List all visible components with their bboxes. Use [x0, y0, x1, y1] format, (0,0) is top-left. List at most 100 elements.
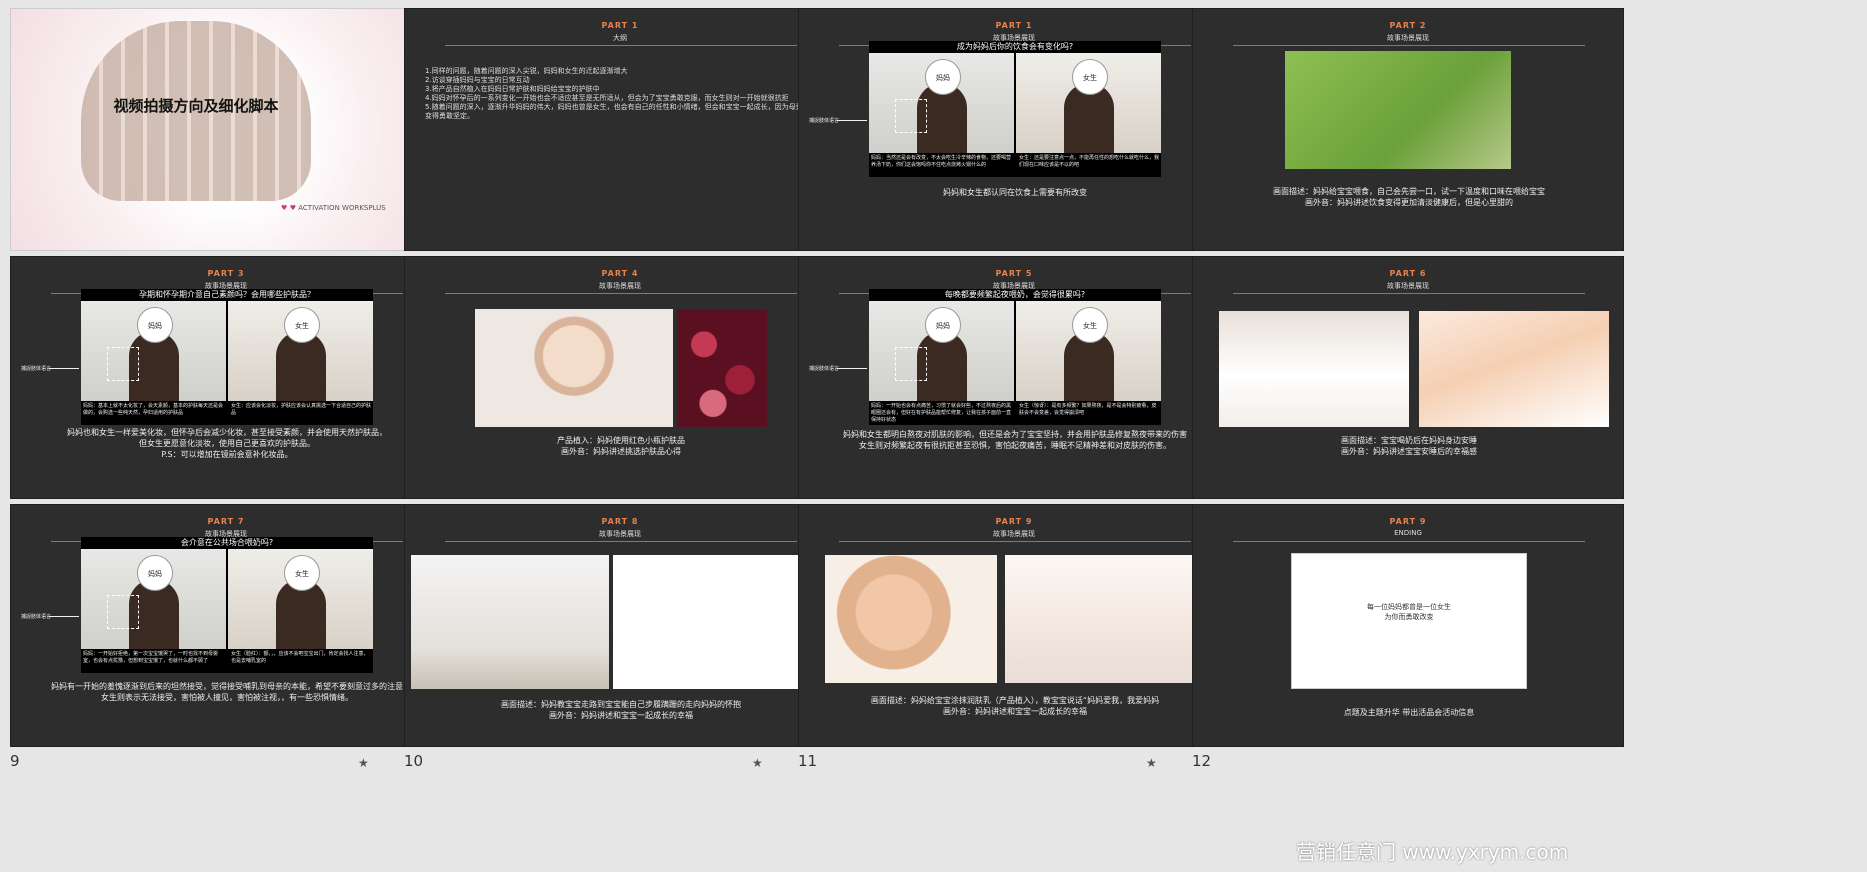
slide-8-canvas[interactable]: PART 6 故事场景展现 画面描述：宝宝喝奶后在妈妈身边安睡 画外音：妈妈讲述…: [1192, 256, 1624, 499]
slide-thumb-11[interactable]: PART 9 故事场景展现 画面描述：妈妈给宝宝涂抹润肤乳（产品植入），教宝宝说…: [788, 496, 1230, 776]
slide-number: 12: [1192, 752, 1212, 770]
watermark-text: 营销任意门 www.yxrym.com: [1296, 840, 1569, 864]
mom-photo: 妈妈: [869, 53, 1014, 153]
pointer-line: [49, 616, 79, 617]
part-label: PART 6: [1389, 269, 1427, 278]
star-icon: ★: [358, 756, 369, 770]
slide-11-canvas[interactable]: PART 9 故事场景展现 画面描述：妈妈给宝宝涂抹润肤乳（产品植入），教宝宝说…: [798, 504, 1230, 747]
slide-subtitle: 故事场景展现: [1387, 34, 1429, 42]
divider: [445, 45, 797, 46]
dashed-focus-box: [895, 99, 927, 133]
girl-answer: 女生（脸红）：额，，，应该不会吧宝宝出门，肯定会找人注意，也是去哺乳室的: [231, 651, 369, 664]
question-title: 孕期和怀孕期介意自己素颜吗？会用哪些护肤品？: [81, 289, 373, 301]
slide-3-canvas[interactable]: PART 1 故事场景展现 成为妈妈后你的饮食会有变化吗? 妈妈 女生 妈妈：当…: [798, 8, 1230, 251]
girl-label: 女生: [1072, 307, 1108, 343]
part-label: PART 2: [1389, 21, 1427, 30]
slide-thumb-2[interactable]: PART 1 大纲 1.同样的问题，随着问题的深入尖锐，妈妈和女生的迁起逐渐增大…: [394, 0, 1157, 280]
girl-answer: 女生：还是要注意点一点，不能再任性的想吃什么就吃什么，我们现在口味应该是不以的吧: [1019, 155, 1160, 168]
girl-answer: 女生（惊讶）：是有多频繁？如果熬夜，是不是会特别疲惫，皮肤会不会变差，会觉得崩溃…: [1019, 403, 1157, 416]
slide-6-canvas[interactable]: PART 4 故事场景展现 产品植入：妈妈使用红色小瓶护肤品 画外音：妈妈讲述挑…: [404, 256, 836, 499]
mom-kissing-baby-photo: [1419, 311, 1609, 427]
mom-label: 妈妈: [925, 307, 961, 343]
divider: [839, 541, 1191, 542]
slide-2-canvas[interactable]: PART 1 大纲 1.同样的问题，随着问题的深入尖锐，妈妈和女生的迁起逐渐增大…: [404, 8, 836, 251]
baby-lotion-photo: [825, 555, 997, 683]
outline-text: 1.同样的问题，随着问题的深入尖锐，妈妈和女生的迁起逐渐增大 2.访谈穿插妈妈与…: [425, 67, 817, 120]
slide-sorter-grid: 视频拍摄方向及细化脚本 ♥ ♥ ACTIVATION WORKSPLUS 1 P…: [0, 0, 1867, 872]
cover-title: 视频拍摄方向及细化脚本: [113, 97, 279, 115]
capture-label: 捕捉肢体语言: [809, 366, 840, 372]
part-label: PART 1: [601, 21, 639, 30]
slide-subtitle: 大纲: [613, 34, 627, 42]
slide-thumb-5[interactable]: PART 3 故事场景展现 孕期和怀孕期介意自己素颜吗？会用哪些护肤品？ 妈妈 …: [0, 248, 442, 528]
slide-caption: 点题及主题升华 带出活品会活动信息: [1343, 708, 1475, 717]
capture-label: 捕捉肢体语言: [21, 614, 52, 620]
pointer-line: [837, 120, 867, 121]
slide-thumb-8[interactable]: PART 6 故事场景展现 画面描述：宝宝喝奶后在妈妈身边安睡 画外音：妈妈讲述…: [1182, 248, 1624, 528]
slide-caption: 画面描述：宝宝喝奶后在妈妈身边安睡 画外音：妈妈讲述宝宝安睡后的幸福感: [1341, 436, 1477, 456]
dashed-focus-box: [107, 595, 139, 629]
slide-caption: 画面描述：妈妈给宝宝喂食，自己会先尝一口，试一下温度和口味在喂给宝宝 画外音：妈…: [1273, 187, 1545, 207]
girl-photo: 女生: [228, 301, 373, 401]
girl-label: 女生: [284, 307, 320, 343]
mom-label: 妈妈: [925, 59, 961, 95]
question-title: 每晚都要频繁起夜喂奶，会觉得很累吗?: [869, 289, 1161, 301]
slide-caption: 妈妈有一开始的羞愧逐渐到后来的坦然接受，觉得接受哺乳到母亲的本能，希望不要刻意过…: [51, 682, 403, 702]
divider: [445, 541, 797, 542]
capture-label: 捕捉肢体语言: [809, 118, 840, 124]
mom-baby-sleeping-photo: [1219, 311, 1409, 427]
slide-thumb-1[interactable]: 视频拍摄方向及细化脚本 ♥ ♥ ACTIVATION WORKSPLUS 1: [0, 0, 442, 280]
girl-photo: 女生: [228, 549, 373, 649]
slide-7-canvas[interactable]: PART 5 故事场景展现 每晚都要频繁起夜喂奶，会觉得很累吗? 妈妈 女生 妈…: [798, 256, 1230, 499]
slide-caption: 妈妈和女生都明白熬夜对肌肤的影响，但还是会为了宝宝坚持，并会用护肤品修复熬夜带来…: [843, 430, 1187, 450]
slide-subtitle: 故事场景展现: [1387, 282, 1429, 290]
girl-label: 女生: [284, 555, 320, 591]
dashed-focus-box: [895, 347, 927, 381]
slide-12-canvas[interactable]: PART 9 ENDING 每一位妈妈都曾是一位女生 为你而勇敢改变 点题及主题…: [1192, 504, 1624, 747]
mom-photo: 妈妈: [81, 301, 226, 401]
cover-logo: ♥ ♥ ACTIVATION WORKSPLUS: [281, 204, 386, 212]
divider: [1233, 293, 1585, 294]
part-label: PART 4: [601, 269, 639, 278]
mom-answer: 妈妈：当然还是会有改变，不太会吃生冷辛辣的食物，还要喝营养汤下奶，你们这会饱吗你…: [871, 155, 1012, 168]
skincare-woman-photo: [475, 309, 673, 427]
mom-answer: 妈妈：一开始也会有点痛苦，习惯了就会好些，不过熬夜后的黑眼圈还会有，但好在有护肤…: [871, 403, 1012, 423]
slide-caption: 妈妈和女生都认同在饮食上需要有所改变: [943, 188, 1087, 197]
slide-9-canvas[interactable]: PART 7 故事场景展现 会介意在公共场合喂奶吗? 妈妈 女生 妈妈：一开始好…: [10, 504, 442, 747]
girl-photo: 女生: [1016, 301, 1161, 401]
slide-thumb-6[interactable]: PART 4 故事场景展现 产品植入：妈妈使用红色小瓶护肤品 画外音：妈妈讲述挑…: [394, 248, 836, 528]
part-label: PART 7: [207, 517, 245, 526]
mom-photo: 妈妈: [869, 301, 1014, 401]
girl-label: 女生: [1072, 59, 1108, 95]
slide-4-canvas[interactable]: PART 2 故事场景展现 画面描述：妈妈给宝宝喂食，自己会先尝一口，试一下温度…: [1192, 8, 1624, 251]
slide-thumb-12[interactable]: PART 9 ENDING 每一位妈妈都曾是一位女生 为你而勇敢改变 点题及主题…: [1182, 496, 1624, 776]
slide-subtitle: 故事场景展现: [599, 530, 641, 538]
slide-thumb-10[interactable]: PART 8 故事场景展现 画面描述：妈妈教宝宝走路到宝宝能自己步履蹒跚的走向妈…: [394, 496, 836, 776]
slide-5-canvas[interactable]: PART 3 故事场景展现 孕期和怀孕期介意自己素颜吗？会用哪些护肤品？ 妈妈 …: [10, 256, 442, 499]
ending-card: 每一位妈妈都曾是一位女生 为你而勇敢改变: [1291, 553, 1527, 689]
toddler-walking-photo: [613, 555, 815, 689]
slide-caption: 画面描述：妈妈给宝宝涂抹润肤乳（产品植入），教宝宝说话“妈妈爱我，我爱妈妈 画外…: [870, 696, 1160, 716]
mom-label: 妈妈: [137, 555, 173, 591]
question-title: 会介意在公共场合喂奶吗?: [81, 537, 373, 549]
slide-thumb-4[interactable]: PART 2 故事场景展现 画面描述：妈妈给宝宝喂食，自己会先尝一口，试一下温度…: [1182, 0, 1624, 280]
slide-caption: 画面描述：妈妈教宝宝走路到宝宝能自己步履蹒跚的走向妈妈的怀抱 画外音：妈妈讲述和…: [501, 700, 741, 720]
slide-thumb-7[interactable]: PART 5 故事场景展现 每晚都要频繁起夜喂奶，会觉得很累吗? 妈妈 女生 妈…: [788, 248, 1230, 528]
slide-thumb-3[interactable]: PART 1 故事场景展现 成为妈妈后你的饮食会有变化吗? 妈妈 女生 妈妈：当…: [788, 0, 1230, 280]
part-label: PART 1: [995, 21, 1033, 30]
star-icon: ★: [752, 756, 763, 770]
slide-number: 9: [10, 752, 20, 770]
slide-10-canvas[interactable]: PART 8 故事场景展现 画面描述：妈妈教宝宝走路到宝宝能自己步履蹒跚的走向妈…: [404, 504, 836, 747]
slide-1-canvas[interactable]: 视频拍摄方向及细化脚本 ♥ ♥ ACTIVATION WORKSPLUS: [10, 8, 442, 251]
rose-product-photo: [677, 309, 767, 427]
girl-answer: 女生：应该会化淡妆，护肤应该会认真挑选一下合适自己的护肤品: [231, 403, 372, 416]
part-label: PART 3: [207, 269, 245, 278]
slide-thumb-9[interactable]: PART 7 故事场景展现 会介意在公共场合喂奶吗? 妈妈 女生 妈妈：一开始好…: [0, 496, 442, 776]
capture-label: 捕捉肢体语言: [21, 366, 52, 372]
pointer-line: [837, 368, 867, 369]
star-icon: ★: [1146, 756, 1157, 770]
part-label: PART 9: [1389, 517, 1427, 526]
part-label: PART 9: [995, 517, 1033, 526]
slide-caption: 妈妈也和女生一样爱美化妆，但怀孕后会减少化妆，甚至接受素颜，并会使用天然护肤品，…: [67, 428, 387, 459]
part-label: PART 5: [995, 269, 1033, 278]
